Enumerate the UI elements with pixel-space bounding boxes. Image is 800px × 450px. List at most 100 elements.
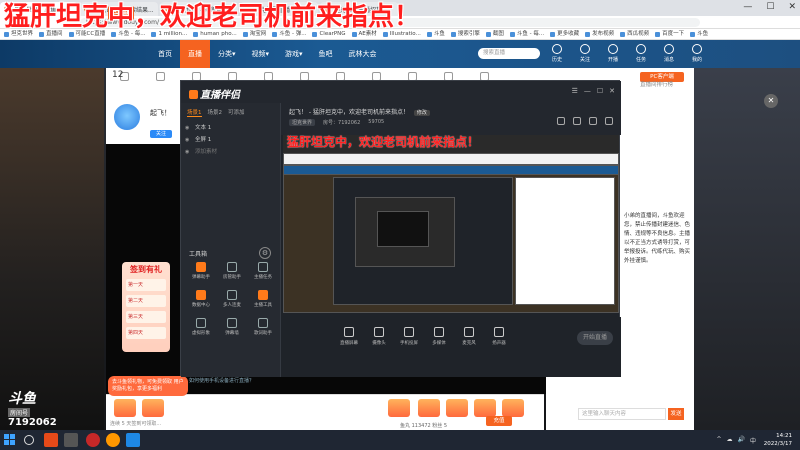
header-icon [580,44,590,54]
site-header: 首页 直播 分类▾ 视频▾ 游戏▾ 鱼吧 武林大会 搜索直播 历史 关注 开播 任务 消息 我的 [0,40,800,68]
taskbar-app-icon[interactable] [86,433,100,447]
tray-icon[interactable]: 中 [750,436,756,445]
close-icon[interactable]: ✕ [764,94,778,108]
tab-add-scene[interactable]: 可添加 [228,108,245,117]
search-icon[interactable] [24,435,34,445]
tool-item[interactable]: 主播工具 [249,289,277,311]
header-icon-item[interactable]: 消息 [660,44,678,63]
rank-panel-title: 直播间排行榜 [640,82,674,88]
menu-icon[interactable]: ☰ [572,87,578,95]
chat-input[interactable]: 这里输入聊天内容 [578,408,666,420]
app-sidebar: 场景1 场景2 可添加 文本 1全屏 1添加素材 工具箱 ⚙ 弹幕助手房管助手主… [181,103,281,384]
sign-in-card[interactable]: 签到有礼 第一天 第二天 第三天 第四天 [122,262,170,352]
source-item[interactable]: 添加素材 [181,146,280,158]
site-nav-item[interactable]: 首页 [150,40,180,68]
header-icon-item[interactable]: 任务 [632,44,650,63]
chart-icon[interactable] [573,117,581,125]
clock[interactable]: 14:21 2022/3/17 [764,432,792,448]
site-nav-item[interactable]: 游戏▾ [277,40,311,68]
header-icon-item[interactable]: 开播 [604,44,622,63]
tool-item[interactable]: 房管助手 [218,261,246,283]
header-icon-item[interactable]: 我的 [688,44,706,63]
tool-item[interactable]: 主播任务 [249,261,277,283]
charge-button[interactable]: 充值 [486,416,512,426]
control-label: 直播屏幕 [340,341,358,346]
maximize-button[interactable]: ☐ [597,87,603,95]
fan-count: 12 [112,70,124,80]
edit-title-button[interactable]: 修改 [413,110,430,116]
gift-item[interactable] [114,399,136,417]
site-nav-item[interactable]: 鱼吧 [311,40,341,68]
room-info-bar: 起飞！ - 猛肝坦克中，欢迎老司机前来指点！ 修改 坦克世界 房号：719206… [281,103,621,135]
control-button[interactable]: 多媒体 [427,327,451,346]
tool-icon [227,262,237,272]
help-link[interactable]: 如何使用手机设备进行直播？ [189,377,254,384]
control-button[interactable]: 直播屏幕 [337,327,361,346]
send-button[interactable]: 发送 [668,408,684,420]
header-icons: 历史 关注 开播 任务 消息 我的 [548,44,706,63]
tool-item[interactable]: 虚拟形象 [187,317,215,339]
taskbar-app-icon[interactable] [106,433,120,447]
control-button[interactable]: 麦克风 [457,327,481,346]
tab-scene-2[interactable]: 场景2 [208,108,223,117]
promo-toast[interactable]: 去斗鱼领礼物，可免费领取 用户奖励礼包，享更多福利 [108,376,188,396]
control-icon [464,327,474,337]
control-icon [374,327,384,337]
gift-item[interactable] [446,399,468,417]
settings-icon[interactable] [605,117,613,125]
taskbar-app-icon[interactable] [126,433,140,447]
control-button[interactable]: 扬声器 [487,327,511,346]
source-item[interactable]: 全屏 1 [181,134,280,146]
tool-item[interactable]: 歌词助手 [249,317,277,339]
gift-item[interactable] [388,399,410,417]
avatar[interactable] [112,102,142,132]
category-chip[interactable]: 坦克世界 [289,119,316,126]
tool-label: 主播工具 [254,303,272,308]
start-stream-button[interactable]: 开始直播 [577,331,613,345]
tool-icon [227,290,237,300]
taskbar-app-icon[interactable] [64,433,78,447]
site-nav-item[interactable]: 分类▾ [210,40,244,68]
share-icon[interactable] [589,117,597,125]
gift-item[interactable] [474,399,496,417]
control-label: 手机投屏 [400,341,418,346]
minimize-button[interactable]: — [584,87,591,95]
tray-icon[interactable]: 🔊 [738,436,745,445]
stream-preview[interactable] [283,135,619,313]
tray-icon[interactable]: ^ [716,436,721,445]
site-search-input[interactable]: 搜索直播 [478,48,540,59]
gift-item[interactable] [142,399,164,417]
site-nav-item[interactable]: 武林大会 [341,40,385,68]
control-button[interactable]: 手机投屏 [397,327,421,346]
gear-icon[interactable]: ⚙ [259,247,271,259]
gift-item[interactable] [418,399,440,417]
room-stats: 鱼丸 113472 粉丝 5 [400,423,448,429]
tool-item[interactable]: 数据中心 [187,289,215,311]
windows-start-icon[interactable] [4,434,16,446]
close-button[interactable]: ✕ [609,87,615,95]
follow-button[interactable]: 关注 [150,130,172,138]
site-nav-item[interactable]: 视频▾ [244,40,278,68]
preview-overlay-title: 猛肝坦克中，欢迎老司机前来指点！ [287,135,480,149]
site-nav-item[interactable]: 直播 [180,40,210,68]
sign-in-row: 第四天 [126,327,166,339]
preview-innermost-window [377,211,429,247]
gift-item[interactable] [502,399,524,417]
taskbar-app-icon[interactable] [44,433,58,447]
header-icon [692,44,702,54]
header-icon-item[interactable]: 关注 [576,44,594,63]
header-icon [608,44,618,54]
source-item[interactable]: 文本 1 [181,122,280,134]
clock-time: 14:21 [776,433,792,439]
control-button[interactable]: 摄像头 [367,327,391,346]
tool-item[interactable]: 弹幕墙 [218,317,246,339]
tray-icon[interactable]: ☁ [727,436,733,445]
room-toolbar-item[interactable] [142,68,178,84]
lock-icon[interactable] [557,117,565,125]
tool-item[interactable]: 弹幕助手 [187,261,215,283]
header-icon-item[interactable]: 历史 [548,44,566,63]
tab-scene-1[interactable]: 场景1 [187,108,202,117]
tool-icon [196,318,206,328]
control-icon [494,327,504,337]
tool-item[interactable]: 多人连麦 [218,289,246,311]
